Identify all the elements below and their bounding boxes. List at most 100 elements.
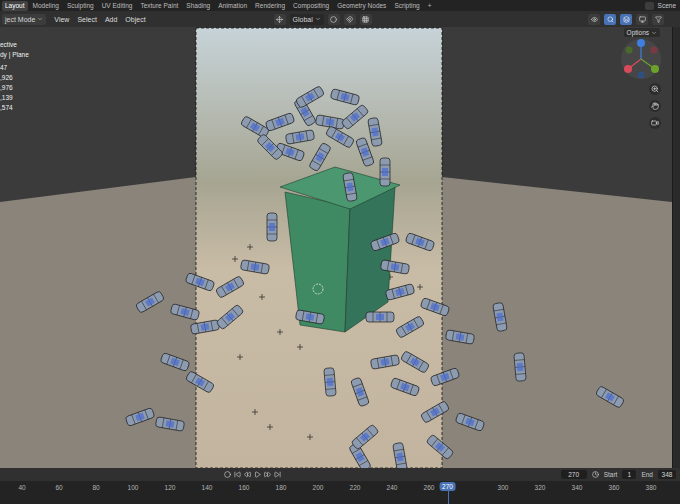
workspace-tab[interactable]: Modeling bbox=[30, 1, 62, 11]
jump-start-icon[interactable] bbox=[234, 471, 241, 478]
can[interactable] bbox=[420, 298, 450, 317]
can[interactable] bbox=[125, 408, 155, 427]
can[interactable] bbox=[370, 355, 399, 370]
can[interactable] bbox=[324, 368, 336, 397]
sidebar-tabs[interactable] bbox=[672, 27, 680, 468]
timeline-ruler[interactable]: 4060801001201401601802002202402603003203… bbox=[0, 481, 680, 504]
snap-button[interactable] bbox=[344, 14, 356, 25]
can[interactable] bbox=[285, 130, 314, 145]
can[interactable] bbox=[455, 413, 485, 432]
can[interactable] bbox=[366, 312, 394, 322]
can[interactable] bbox=[380, 260, 409, 275]
3d-viewport[interactable]: ectivedy | Plane47,926,976,139,574Option… bbox=[0, 27, 672, 468]
jump-end-icon[interactable] bbox=[274, 471, 281, 478]
start-frame-field[interactable]: 1 bbox=[622, 470, 636, 479]
next-keyframe-icon[interactable] bbox=[264, 471, 271, 478]
workspace-tab[interactable]: Layout bbox=[2, 1, 28, 11]
playhead[interactable]: 270 bbox=[439, 482, 456, 491]
visibility-button[interactable] bbox=[588, 14, 600, 25]
proportional-button[interactable] bbox=[360, 14, 372, 25]
can[interactable] bbox=[343, 172, 358, 201]
can[interactable] bbox=[309, 142, 332, 171]
header-menu[interactable]: Add bbox=[105, 16, 117, 23]
can[interactable] bbox=[351, 377, 370, 407]
can[interactable] bbox=[426, 434, 454, 460]
shading-button[interactable] bbox=[652, 14, 664, 25]
overlay-button[interactable] bbox=[620, 14, 632, 25]
can[interactable] bbox=[351, 424, 379, 450]
clock-icon[interactable] bbox=[592, 471, 599, 478]
can[interactable] bbox=[330, 89, 360, 106]
can[interactable] bbox=[170, 304, 200, 321]
y-axis-icon[interactable] bbox=[651, 65, 659, 73]
header-menu[interactable]: Object bbox=[125, 16, 145, 23]
can[interactable] bbox=[185, 273, 215, 292]
can[interactable] bbox=[390, 378, 420, 397]
can[interactable] bbox=[215, 276, 244, 299]
workspace-tab[interactable]: Scripting bbox=[391, 1, 422, 11]
can[interactable] bbox=[216, 304, 244, 330]
prev-keyframe-icon[interactable] bbox=[244, 471, 251, 478]
current-frame-field[interactable]: 270 bbox=[561, 470, 587, 479]
can[interactable] bbox=[400, 351, 429, 374]
can[interactable] bbox=[325, 126, 354, 149]
gizmo-button[interactable] bbox=[604, 14, 616, 25]
workspace-tab[interactable]: Animation bbox=[215, 1, 250, 11]
play-icon[interactable] bbox=[254, 471, 261, 478]
can[interactable] bbox=[595, 386, 624, 409]
can[interactable] bbox=[267, 213, 277, 241]
can[interactable] bbox=[380, 158, 390, 186]
can[interactable] bbox=[356, 137, 375, 167]
can[interactable] bbox=[160, 353, 190, 372]
can[interactable] bbox=[295, 310, 324, 325]
workspace-tab[interactable]: Texture Paint bbox=[137, 1, 181, 11]
can[interactable] bbox=[368, 117, 383, 146]
pan-button[interactable] bbox=[649, 100, 661, 112]
zoom-button[interactable] bbox=[649, 83, 661, 95]
can[interactable] bbox=[135, 291, 164, 314]
can[interactable] bbox=[395, 316, 424, 339]
can[interactable] bbox=[430, 368, 460, 387]
pivot-button[interactable] bbox=[328, 14, 340, 25]
workspace-tab[interactable]: Sculpting bbox=[64, 1, 97, 11]
can[interactable] bbox=[385, 284, 415, 301]
workspace-tab[interactable]: Shading bbox=[183, 1, 213, 11]
record-icon[interactable] bbox=[224, 471, 231, 478]
header-menu[interactable]: View bbox=[54, 16, 69, 23]
can[interactable] bbox=[420, 401, 449, 424]
workspace-tab[interactable]: Rendering bbox=[252, 1, 288, 11]
can[interactable] bbox=[370, 233, 400, 252]
transform-dropdown[interactable]: Global bbox=[290, 14, 324, 25]
add-workspace-button[interactable]: + bbox=[425, 1, 435, 11]
can[interactable] bbox=[185, 371, 214, 394]
xray-button[interactable] bbox=[636, 14, 648, 25]
can[interactable] bbox=[341, 104, 369, 130]
can[interactable] bbox=[190, 320, 219, 335]
can[interactable] bbox=[257, 134, 284, 161]
x-axis-icon[interactable] bbox=[624, 65, 632, 73]
scene-selector[interactable]: Scene bbox=[645, 2, 678, 10]
navigation-gizmo[interactable] bbox=[620, 38, 662, 80]
header-menu[interactable]: Select bbox=[77, 16, 96, 23]
can[interactable] bbox=[445, 330, 474, 345]
neg-z-axis-icon[interactable] bbox=[638, 72, 645, 79]
workspace-tab[interactable]: UV Editing bbox=[99, 1, 136, 11]
neg-y-axis-icon[interactable] bbox=[626, 47, 633, 54]
can[interactable] bbox=[393, 442, 408, 468]
options-dropdown[interactable]: Options bbox=[624, 28, 660, 37]
can[interactable] bbox=[240, 260, 269, 275]
workspace-tab[interactable]: Compositing bbox=[290, 1, 332, 11]
can[interactable] bbox=[405, 233, 435, 252]
workspace-tab[interactable]: Geometry Nodes bbox=[334, 1, 389, 11]
z-axis-icon[interactable] bbox=[637, 39, 645, 47]
mode-dropdown[interactable]: ject Mode bbox=[2, 14, 46, 25]
trash-bin[interactable] bbox=[280, 167, 400, 332]
can[interactable] bbox=[493, 302, 508, 331]
can[interactable] bbox=[514, 353, 526, 382]
end-frame-field[interactable]: 348 bbox=[658, 470, 676, 479]
can[interactable] bbox=[265, 113, 295, 132]
orientation-button[interactable] bbox=[274, 14, 286, 25]
neg-x-axis-icon[interactable] bbox=[651, 47, 658, 54]
can[interactable] bbox=[155, 417, 184, 432]
camera-view-button[interactable] bbox=[649, 117, 661, 129]
